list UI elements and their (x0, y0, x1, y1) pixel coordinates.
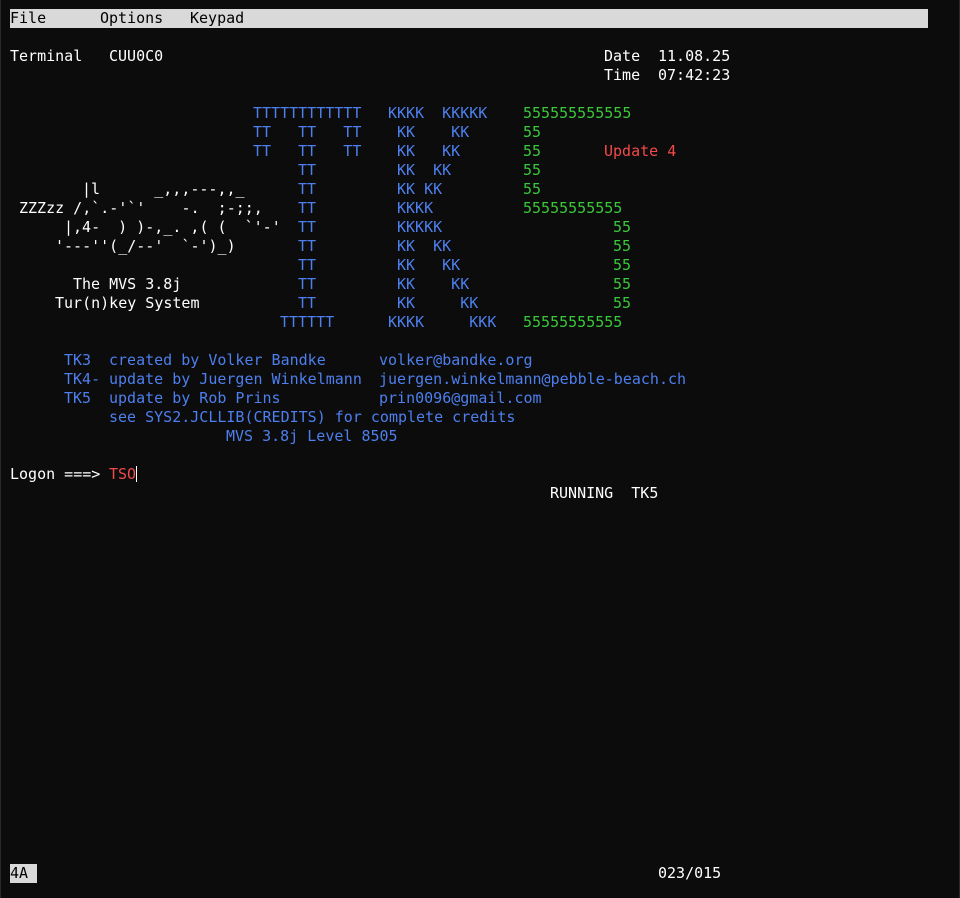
banner-t-line: TT (298, 161, 317, 179)
banner-t-line: TT (298, 218, 317, 236)
system-subtitle: Tur(n)key System (55, 294, 200, 312)
banner-k-line: KK KK (397, 256, 461, 274)
credit-email: juergen.winkelmann@pebble-beach.ch (379, 370, 687, 388)
banner-t-line: TT (298, 256, 317, 274)
logon-label: Logon ===> (10, 465, 101, 483)
credit-tag: TK3 (64, 351, 92, 369)
keyboard-status-badge: 4A (10, 864, 37, 883)
banner-t-line: TT (298, 237, 317, 255)
banner-k-line: KK KK (397, 275, 470, 293)
banner-k-line: KK KK (397, 161, 452, 179)
banner-five-line: 55555555555 (523, 313, 623, 331)
banner-t-line: TT TT TT (253, 142, 362, 160)
credit-tag: TK5 (64, 389, 92, 407)
banner-five-line: 55 (523, 180, 542, 198)
logon-input-value: TSO (109, 465, 137, 483)
banner-five-line: 55 (613, 218, 632, 236)
banner-k-line: KKKK (397, 199, 434, 217)
banner-t-line: TTTTTTTTTTTT (253, 104, 362, 122)
banner-t-line: TTTTTT (280, 313, 335, 331)
banner-five-line: 55 (523, 123, 542, 141)
banner-five-line: 55 (613, 294, 632, 312)
menu-bar: File Options Keypad (10, 9, 928, 28)
banner-k-line: KK KK (397, 123, 470, 141)
menu-options[interactable]: Options (100, 9, 163, 28)
credit-text: created by Volker Bandke (109, 351, 326, 369)
banner-five-line: 55 (613, 256, 632, 274)
date-label: Date (604, 47, 641, 65)
banner-t-line: TT TT TT (253, 123, 362, 141)
banner-k-line: KKKK KKKKK (388, 104, 488, 122)
banner-k-line: KK KK (397, 294, 479, 312)
date-value: 11.08.25 (658, 47, 731, 65)
banner-t-line: TT (298, 180, 317, 198)
banner-k-line: KKKKK (397, 218, 443, 236)
system-title: The MVS 3.8j (73, 275, 182, 293)
banner-five-line: 55 (523, 142, 542, 160)
banner-k-line: KKKK KKK (388, 313, 497, 331)
banner-five-line: 55 (613, 275, 632, 293)
banner-t-line: TT (298, 275, 317, 293)
credits-note: see SYS2.JCLLIB(CREDITS) for complete cr… (109, 408, 516, 426)
logon-input[interactable]: TSO (109, 465, 138, 484)
banner-five-line: 55 (613, 237, 632, 255)
banner-k-line: KK KK (397, 237, 452, 255)
banner-k-line: KK KK (397, 142, 461, 160)
credit-text: update by Juergen Winkelmann (109, 370, 362, 388)
time-label: Time (604, 66, 641, 84)
credit-email: volker@bandke.org (379, 351, 533, 369)
credit-email: prin0096@gmail.com (379, 389, 542, 407)
terminal-id: CUU0C0 (109, 47, 164, 65)
time-value: 07:42:23 (658, 66, 731, 84)
credit-tag: TK4- (64, 370, 101, 388)
terminal-label: Terminal (10, 47, 83, 65)
update-label: Update 4 (604, 142, 677, 160)
terminal-screen[interactable]: File Options Keypad Terminal CUU0C0 Date… (0, 0, 960, 898)
ascii-art-line: '---''(_/--' `-')_) (55, 237, 236, 255)
level-line: MVS 3.8j Level 8505 (226, 427, 398, 445)
menu-keypad[interactable]: Keypad (190, 9, 244, 28)
banner-t-line: TT (298, 294, 317, 312)
text-cursor (136, 466, 138, 482)
ascii-art-line: |l _,,,---,,_ (82, 180, 245, 198)
ascii-art-line: |,4- ) )-,_. ,( ( `'-' (64, 218, 281, 236)
status-line: RUNNING TK5 (550, 484, 659, 502)
banner-five-line: 55 (523, 161, 542, 179)
credit-text: update by Rob Prins (109, 389, 281, 407)
banner-t-line: TT (298, 199, 317, 217)
ascii-art-line: ZZZzz /,`.-'`' -. ;-;;, (19, 199, 263, 217)
menu-file[interactable]: File (10, 9, 46, 28)
banner-five-line: 555555555555 (523, 104, 632, 122)
banner-k-line: KK KK (397, 180, 443, 198)
cursor-position: 023/015 (658, 864, 722, 882)
banner-five-line: 55555555555 (523, 199, 623, 217)
